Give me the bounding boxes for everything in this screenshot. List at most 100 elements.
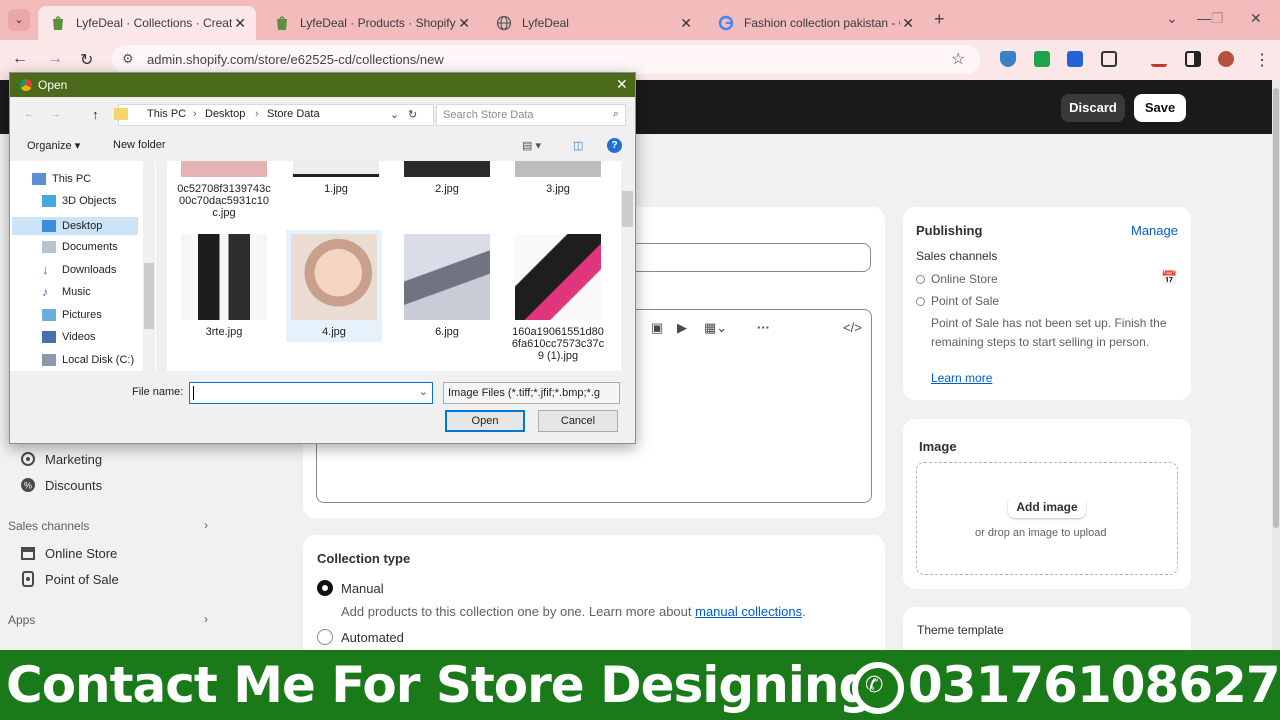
file-item[interactable]: 160a19061551d806fa610cc7573c37c9 (1).jpg bbox=[510, 234, 606, 362]
cancel-button[interactable]: Cancel bbox=[538, 410, 618, 432]
file-name: 6.jpg bbox=[435, 326, 459, 338]
description-editor-body[interactable] bbox=[316, 440, 872, 503]
shield-extension-icon[interactable] bbox=[1000, 51, 1016, 67]
title-input[interactable] bbox=[630, 243, 871, 272]
up-arrow-icon[interactable]: ↑ bbox=[92, 107, 99, 122]
online-store-channel: Online Store bbox=[931, 272, 998, 286]
chevron-down-icon[interactable]: ⌄ bbox=[390, 108, 399, 121]
nav-scroll-thumb[interactable] bbox=[144, 263, 154, 329]
save-button[interactable]: Save bbox=[1134, 94, 1186, 122]
file-name: 3.jpg bbox=[546, 183, 570, 195]
nav-music[interactable]: ♪ Music bbox=[42, 286, 91, 298]
video-icon[interactable]: ▶ bbox=[677, 320, 687, 336]
tab-google-search[interactable]: Fashion collection pakistan - Go ✕ bbox=[706, 6, 924, 40]
reload-icon[interactable]: ↻ bbox=[80, 50, 93, 70]
download-icon[interactable] bbox=[1151, 51, 1167, 67]
nav-pictures[interactable]: Pictures bbox=[42, 309, 102, 321]
bookmark-star-icon[interactable]: ☆ bbox=[951, 49, 965, 69]
nav-3d-objects[interactable]: 3D Objects bbox=[42, 195, 116, 207]
chevron-down-icon[interactable]: ⌄ bbox=[419, 385, 428, 398]
sidebar-item-online-store[interactable]: Online Store bbox=[20, 545, 117, 561]
text-cursor bbox=[193, 386, 194, 400]
file-scroll-thumb[interactable] bbox=[622, 191, 633, 227]
add-image-button[interactable]: Add image bbox=[1008, 497, 1086, 518]
page-scroll-thumb[interactable] bbox=[1273, 88, 1279, 528]
sidebar-item-point-of-sale[interactable]: Point of Sale bbox=[20, 571, 119, 587]
manual-radio[interactable] bbox=[317, 580, 333, 596]
file-item[interactable]: 3rte.jpg bbox=[176, 234, 272, 338]
organize-button[interactable]: Organize ▾ bbox=[27, 139, 80, 152]
discard-button[interactable]: Discard bbox=[1061, 94, 1125, 122]
file-item-selected[interactable]: 4.jpg bbox=[286, 230, 382, 342]
chevron-down-icon[interactable]: ⌄ bbox=[1166, 10, 1178, 27]
file-item[interactable]: 6.jpg bbox=[399, 234, 495, 338]
nav-local-disk[interactable]: Local Disk (C:) bbox=[42, 354, 134, 366]
tab-search-button[interactable]: ⌄ bbox=[8, 9, 30, 31]
image-dropzone[interactable] bbox=[916, 462, 1178, 575]
puzzle-icon[interactable] bbox=[1101, 51, 1117, 67]
sidebar-heading-sales-channels[interactable]: Sales channels › bbox=[8, 518, 208, 533]
back-arrow-icon[interactable]: ← bbox=[12, 50, 28, 68]
new-tab-button[interactable]: + bbox=[934, 9, 945, 30]
file-type-select[interactable]: Image Files (*.tiff;*.jfif;*.bmp;*.g bbox=[443, 382, 620, 404]
close-icon[interactable]: ✕ bbox=[458, 15, 470, 32]
close-window-icon[interactable]: ✕ bbox=[1250, 10, 1262, 27]
chevron-right-icon: › bbox=[193, 108, 197, 120]
file-item[interactable]: 2.jpg bbox=[399, 161, 495, 195]
tab-lyfedeal[interactable]: LyfeDeal ✕ bbox=[484, 6, 702, 40]
view-options-icon[interactable]: ▤ ▾ bbox=[522, 139, 541, 152]
close-icon[interactable]: ✕ bbox=[616, 76, 628, 93]
automated-radio[interactable] bbox=[317, 629, 333, 645]
maximize-icon[interactable]: ❐ bbox=[1211, 10, 1224, 27]
site-settings-icon[interactable]: ⚙ bbox=[122, 51, 134, 67]
tab-collections[interactable]: LyfeDeal · Collections · Create c ✕ bbox=[38, 6, 256, 40]
dialog-search-input[interactable]: Search Store Data ⌕ bbox=[436, 104, 626, 126]
sidebar-item-marketing[interactable]: Marketing bbox=[20, 451, 102, 467]
minimize-icon[interactable]: — bbox=[1197, 10, 1211, 26]
file-item[interactable]: 3.jpg bbox=[510, 161, 606, 195]
nav-documents[interactable]: Documents bbox=[42, 241, 118, 253]
menu-dots-icon[interactable]: ⋮ bbox=[1254, 50, 1270, 70]
whatsapp-icon: ✆ bbox=[852, 662, 904, 714]
file-item[interactable]: 0c52708f3139743c00c70dac5931c10c.jpg bbox=[176, 161, 272, 219]
table-icon[interactable]: ▦⌄ bbox=[704, 320, 727, 336]
file-name-input[interactable]: ⌄ bbox=[189, 382, 433, 404]
back-arrow-icon[interactable]: ← bbox=[24, 108, 35, 120]
breadcrumb-store-data[interactable]: Store Data bbox=[267, 108, 320, 120]
nav-desktop[interactable]: Desktop bbox=[12, 217, 138, 235]
manual-collections-link[interactable]: manual collections bbox=[695, 604, 802, 619]
learn-more-link[interactable]: Learn more bbox=[931, 371, 992, 385]
sidebar-item-discounts[interactable]: % Discounts bbox=[20, 477, 102, 493]
tab-products[interactable]: LyfeDeal · Products · Shopify ✕ bbox=[262, 6, 480, 40]
more-icon[interactable]: ··· bbox=[757, 320, 770, 335]
extension-blue-icon[interactable] bbox=[1067, 51, 1083, 67]
preview-pane-icon[interactable]: ◫ bbox=[573, 139, 583, 152]
new-folder-button[interactable]: New folder bbox=[113, 139, 166, 151]
breadcrumb-desktop[interactable]: Desktop bbox=[205, 108, 245, 120]
file-item[interactable]: 1.jpg bbox=[288, 161, 384, 195]
file-name: 1.jpg bbox=[324, 183, 348, 195]
sidebar-heading-apps[interactable]: Apps › bbox=[8, 612, 208, 627]
dialog-title-bar[interactable] bbox=[10, 73, 635, 97]
nav-downloads[interactable]: ↓ Downloads bbox=[42, 263, 116, 276]
code-icon[interactable]: </> bbox=[843, 320, 862, 335]
calendar-icon[interactable]: 📅 bbox=[1161, 270, 1177, 286]
forward-arrow-icon[interactable]: → bbox=[47, 50, 63, 68]
close-icon[interactable]: ✕ bbox=[680, 15, 692, 32]
image-icon[interactable]: ▣ bbox=[651, 320, 663, 336]
side-panel-icon[interactable] bbox=[1185, 51, 1201, 67]
help-icon[interactable]: ? bbox=[607, 138, 622, 153]
breadcrumb-this-pc[interactable]: This PC bbox=[147, 108, 186, 120]
manage-link[interactable]: Manage bbox=[1131, 223, 1178, 238]
open-button[interactable]: Open bbox=[445, 410, 525, 432]
organize-label: Organize bbox=[27, 140, 72, 152]
close-icon[interactable]: ✕ bbox=[902, 15, 914, 32]
forward-arrow-icon[interactable]: → bbox=[50, 108, 61, 120]
nav-this-pc[interactable]: This PC bbox=[32, 173, 91, 185]
nav-videos[interactable]: Videos bbox=[42, 331, 95, 343]
extension-green-icon[interactable] bbox=[1034, 51, 1050, 67]
refresh-icon[interactable]: ↻ bbox=[408, 108, 417, 121]
description-editor[interactable] bbox=[636, 309, 872, 440]
close-icon[interactable]: ✕ bbox=[234, 15, 246, 32]
avatar[interactable] bbox=[1218, 51, 1234, 67]
